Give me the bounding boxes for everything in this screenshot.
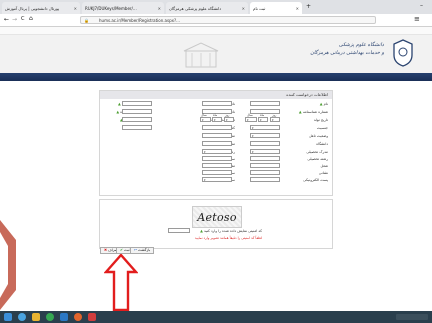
back-arrow-icon: ↩: [134, 248, 138, 252]
tab-label: دانشگاه علوم پزشکی هرمزگان: [169, 5, 222, 11]
site-header: دانشگاه علوم پزشکی و خدمات بهداشتی درمان…: [0, 35, 432, 73]
back-button[interactable]: ↩ بازگشت: [130, 247, 155, 254]
marital-select[interactable]: [250, 133, 280, 138]
site-title-line2: و خدمات بهداشتی درمانی هرمزگان: [310, 50, 384, 56]
position-input[interactable]: [202, 156, 232, 161]
issue-month-select[interactable]: [212, 117, 222, 122]
new-tab-button[interactable]: +: [306, 3, 311, 10]
national-code-input[interactable]: [202, 125, 232, 130]
captcha-input[interactable]: [168, 228, 190, 233]
first-name-input[interactable]: [250, 101, 280, 106]
birth-place-input[interactable]: [202, 141, 232, 146]
university-logo-icon: [393, 39, 413, 67]
year-label: سال: [201, 113, 207, 117]
chrome-icon[interactable]: [46, 313, 54, 321]
label-birth-date: تاریخ تولد: [313, 118, 328, 122]
issue-place-input[interactable]: [202, 133, 232, 138]
app-icon[interactable]: [88, 313, 96, 321]
url-text: hums.ac.ir/Member/Registration.aspx?...: [99, 18, 180, 23]
degree-select[interactable]: [250, 149, 280, 154]
user-code-input[interactable]: [122, 101, 152, 106]
forward-icon[interactable]: →: [12, 16, 17, 23]
decorative-shape: [0, 220, 16, 310]
close-icon[interactable]: ✕: [158, 6, 161, 11]
label-id-number: ▲ شماره شناسنامه: [298, 110, 328, 114]
registration-form: اطلاعات درخواست کننده ▲ نام ▲ شماره شناس…: [99, 90, 333, 196]
tab-label: RUKJ7/DUKeys/Member/...: [85, 5, 137, 11]
word-icon[interactable]: [60, 313, 68, 321]
browser-tab[interactable]: دانشگاه علوم پزشکی هرمزگان ✕: [166, 2, 248, 14]
email-input[interactable]: [250, 177, 280, 182]
building-watermark: [183, 42, 219, 68]
system-tray: [396, 314, 428, 320]
firefox-icon[interactable]: [74, 313, 82, 321]
close-icon[interactable]: ✕: [242, 6, 245, 11]
captcha-panel: Aetoso ▲ کد امنیتی نمایش داده شده را وار…: [99, 199, 333, 249]
label-university: دانشگاه: [316, 142, 328, 146]
browser-tab[interactable]: RUKJ7/DUKeys/Member/... ✕: [82, 2, 164, 14]
day-label: روز: [225, 113, 230, 117]
site-title-line1: دانشگاه علوم پزشکی: [338, 42, 384, 48]
birth-month-select[interactable]: [258, 117, 268, 122]
reload-icon[interactable]: C: [21, 16, 25, 22]
browser-tab-active[interactable]: ثبت نام ✕: [250, 2, 302, 14]
ie-icon[interactable]: [18, 313, 26, 321]
site-nav-strip: [0, 73, 432, 81]
captcha-label: ▲ کد امنیتی نمایش داده شده را وارد کنید: [200, 229, 262, 233]
month-label: ماه: [260, 113, 265, 117]
gender-select[interactable]: [250, 125, 280, 130]
cancel-icon: ✖: [104, 248, 108, 252]
label-first-name: ▲ نام: [319, 102, 328, 106]
home-icon[interactable]: ⌂: [29, 15, 33, 22]
minimize-button[interactable]: –: [420, 2, 423, 9]
folder-icon[interactable]: [32, 313, 40, 321]
captcha-image: Aetoso: [192, 206, 242, 228]
postal-code-input[interactable]: [122, 117, 152, 122]
browser-tab[interactable]: پورتال دانشجویی | پرتال آموزش ✕: [2, 2, 80, 14]
day-label: روز: [272, 113, 277, 117]
label-email: پست الکترونیکی: [303, 178, 328, 182]
year-label: سال: [247, 113, 253, 117]
experience-input[interactable]: [202, 170, 232, 175]
label-address: نشانی: [318, 171, 328, 175]
field-select[interactable]: [202, 149, 232, 154]
address-input[interactable]: [250, 170, 280, 175]
bookmarks-bar: [0, 27, 432, 35]
back-icon[interactable]: ←: [4, 16, 9, 23]
phone-input[interactable]: [122, 125, 152, 130]
month-label: ماه: [213, 113, 218, 117]
label-marital: وضعیت تاهل: [309, 134, 328, 138]
form-title: اطلاعات درخواست کننده: [100, 91, 332, 99]
mobile-input[interactable]: [122, 109, 152, 114]
check-icon: ✔: [120, 248, 124, 252]
issue-day-select[interactable]: [224, 117, 234, 122]
tab-label: پورتال دانشجویی | پرتال آموزش: [5, 5, 60, 11]
last-name-input[interactable]: [202, 101, 232, 106]
menu-icon[interactable]: ≡: [414, 15, 420, 23]
label-job: شغل: [320, 164, 328, 168]
close-icon[interactable]: ✕: [296, 6, 299, 11]
birth-day-select[interactable]: [270, 117, 280, 122]
start-icon[interactable]: [4, 313, 12, 321]
label-degree: مدرک تحصیلی: [306, 150, 328, 154]
major-input[interactable]: [250, 156, 280, 161]
close-icon[interactable]: ✕: [74, 6, 77, 11]
browser-tab-bar: پورتال دانشجویی | پرتال آموزش ✕ RUKJ7/DUK…: [0, 0, 432, 14]
job-input[interactable]: [250, 163, 280, 168]
lock-icon: 🔒: [84, 18, 89, 23]
address-bar[interactable]: 🔒 hums.ac.ir/Member/Registration.aspx?..…: [80, 16, 376, 24]
issue-year-select[interactable]: [200, 117, 211, 122]
tab-label: ثبت نام: [253, 5, 266, 11]
captcha-note: لطفاً کد امنیتی را دقیقاً همانند تصویر و…: [194, 236, 262, 240]
university-input[interactable]: [250, 141, 280, 146]
annotation-arrow: [104, 254, 138, 312]
edu-level-select[interactable]: [202, 177, 232, 182]
level-input[interactable]: [202, 163, 232, 168]
label-gender: جنسیت: [316, 126, 328, 130]
label-major: رشته تحصیلی: [307, 157, 328, 161]
birth-year-select[interactable]: [245, 117, 257, 122]
